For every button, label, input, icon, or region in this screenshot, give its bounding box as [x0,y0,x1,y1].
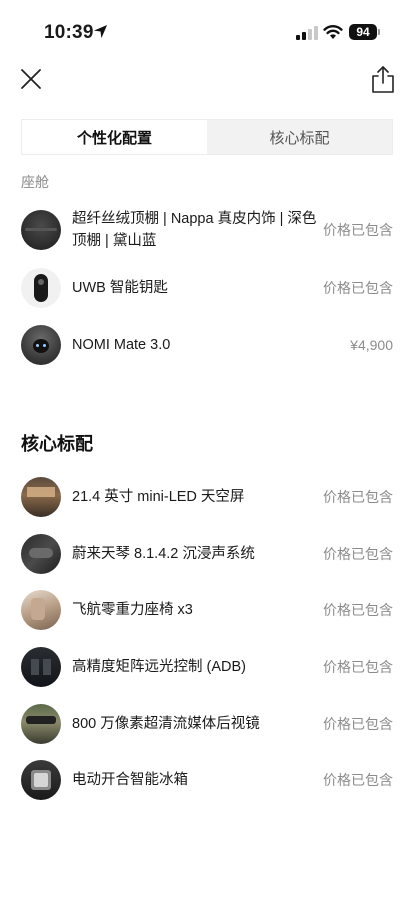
item-price: 价格已包含 [323,489,393,505]
tab-personalized-config[interactable]: 个性化配置 [22,120,207,154]
item-thumbnail [21,534,61,574]
close-icon [21,69,41,89]
list-item[interactable]: 超纤丝绒顶棚 | Nappa 真皮内饰 | 深色顶棚 | 黛山蓝 价格已包含 [21,208,393,252]
tab-core-standard[interactable]: 核心标配 [207,120,392,154]
list-item[interactable]: UWB 智能钥匙 价格已包含 [21,268,393,308]
list-item[interactable]: 蔚来天琴 8.1.4.2 沉浸声系统 价格已包含 [21,534,393,574]
battery-indicator: 94 [349,24,377,40]
item-price: ¥4,900 [350,337,393,353]
item-thumbnail [21,268,61,308]
wifi-icon [323,25,343,39]
list-item[interactable]: NOMI Mate 3.0 ¥4,900 [21,325,393,365]
item-name: NOMI Mate 3.0 [72,337,171,353]
item-name: 高精度矩阵远光控制 (ADB) [72,659,246,675]
item-price: 价格已包含 [323,280,393,296]
item-thumbnail [21,325,61,365]
item-name: 超纤丝绒顶棚 | Nappa 真皮内饰 | 深色顶棚 | 黛山蓝 [72,211,317,249]
item-price: 价格已包含 [323,659,393,675]
item-price: 价格已包含 [323,602,393,618]
item-name: UWB 智能钥匙 [72,280,168,296]
item-thumbnail [21,647,61,687]
list-item[interactable]: 飞航零重力座椅 x3 价格已包含 [21,590,393,630]
cellular-signal-icon [296,26,318,40]
status-bar: 10:39 94 [0,0,414,56]
list-item[interactable]: 800 万像素超清流媒体后视镜 价格已包含 [21,704,393,744]
item-name: 电动开合智能冰箱 [72,772,188,788]
section-label-cabin: 座舱 [21,174,49,190]
battery-tip [378,29,380,35]
location-arrow-icon [93,24,108,39]
item-price: 价格已包含 [323,772,393,788]
tab-bar: 个性化配置 核心标配 [21,119,393,155]
share-icon [372,66,394,93]
section-title-core: 核心标配 [21,434,93,454]
item-name: 800 万像素超清流媒体后视镜 [72,716,260,732]
item-name: 21.4 英寸 mini-LED 天空屏 [72,489,245,505]
item-thumbnail [21,210,61,250]
close-button[interactable] [18,66,46,94]
item-thumbnail [21,704,61,744]
status-time: 10:39 [44,22,94,43]
item-price: 价格已包含 [323,716,393,732]
list-item[interactable]: 电动开合智能冰箱 价格已包含 [21,760,393,800]
item-thumbnail [21,760,61,800]
item-name: 飞航零重力座椅 x3 [72,602,193,618]
share-button[interactable] [369,64,397,94]
item-thumbnail [21,590,61,630]
item-price: 价格已包含 [323,546,393,562]
item-name: 蔚来天琴 8.1.4.2 沉浸声系统 [72,546,255,562]
list-item[interactable]: 21.4 英寸 mini-LED 天空屏 价格已包含 [21,477,393,517]
item-thumbnail [21,477,61,517]
item-price: 价格已包含 [323,222,393,238]
list-item[interactable]: 高精度矩阵远光控制 (ADB) 价格已包含 [21,647,393,687]
